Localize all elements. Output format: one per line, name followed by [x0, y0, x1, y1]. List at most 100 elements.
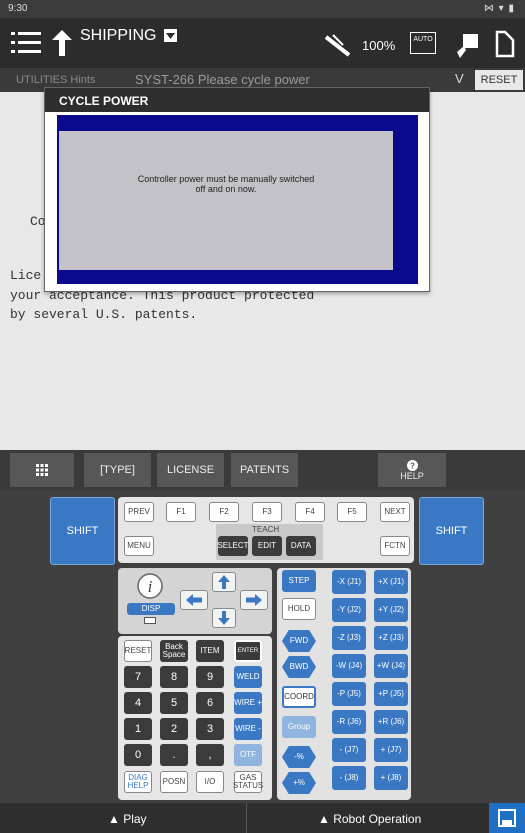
key-dot[interactable]: . [160, 744, 188, 766]
diag-help-key[interactable]: DIAG HELP [124, 771, 152, 793]
key-7[interactable]: 7 [124, 666, 152, 688]
key-2[interactable]: 2 [160, 718, 188, 740]
otf-key[interactable]: OTF [234, 744, 262, 766]
key-3[interactable]: 3 [196, 718, 224, 740]
page-title[interactable]: SHIPPING [80, 27, 156, 45]
jog-key[interactable]: +Y (J2) [374, 598, 408, 622]
jog-key[interactable]: -W (J4) [332, 654, 366, 678]
jog-key[interactable]: -R (J6) [332, 710, 366, 734]
menu-key[interactable]: MENU [124, 536, 154, 556]
f2-key[interactable]: F2 [209, 502, 239, 522]
fkey-type[interactable]: [TYPE] [84, 453, 151, 487]
bottom-bar: ▲ Play ▲ Robot Operation [0, 803, 525, 833]
tool-icon[interactable] [322, 30, 354, 58]
key-comma[interactable]: , [196, 744, 224, 766]
key-6[interactable]: 6 [196, 692, 224, 714]
grid-button[interactable] [10, 453, 74, 487]
menu-icon[interactable] [10, 28, 42, 58]
speed-up-key[interactable]: +% [282, 772, 316, 794]
key-4[interactable]: 4 [124, 692, 152, 714]
arrow-up-key[interactable] [212, 572, 236, 592]
reset-button[interactable]: RESET [475, 70, 523, 90]
backspace-key[interactable]: Back Space [160, 640, 188, 662]
jog-key[interactable]: + (J7) [374, 738, 408, 762]
select-key[interactable]: SELECT [217, 536, 249, 556]
next-key[interactable]: NEXT [380, 502, 410, 522]
fkey-license[interactable]: LICENSE [157, 453, 224, 487]
dropdown-icon[interactable] [164, 29, 177, 42]
alarm-text: SYST-266 Please cycle power [135, 72, 310, 87]
jog-key[interactable]: - (J8) [332, 766, 366, 790]
teach-pendant-icon[interactable] [452, 30, 482, 62]
jog-key[interactable]: +X (J1) [374, 570, 408, 594]
wire-minus-key[interactable]: WIRE - [234, 718, 262, 740]
jog-key[interactable]: - (J7) [332, 738, 366, 762]
posn-key[interactable]: POSN [160, 771, 188, 793]
jog-key[interactable]: -Z (J3) [332, 626, 366, 650]
svg-text:?: ? [410, 461, 415, 470]
jog-key[interactable]: -Y (J2) [332, 598, 366, 622]
fullscreen-icon[interactable] [490, 28, 520, 60]
fwd-key[interactable]: FWD [282, 630, 316, 652]
jog-key[interactable]: -X (J1) [332, 570, 366, 594]
dialog-title: CYCLE POWER [45, 88, 429, 112]
shift-left-key[interactable]: SHIFT [50, 497, 115, 565]
prev-key[interactable]: PREV [124, 502, 154, 522]
jog-key[interactable]: +W (J4) [374, 654, 408, 678]
save-button[interactable] [489, 803, 525, 833]
enter-key[interactable]: ENTER [234, 640, 262, 662]
jog-key[interactable]: -P (J5) [332, 682, 366, 706]
f4-key[interactable]: F4 [295, 502, 325, 522]
key-0[interactable]: 0 [124, 744, 152, 766]
jog-key[interactable]: + (J8) [374, 766, 408, 790]
disp-key[interactable]: DISP [127, 603, 175, 615]
coord-key[interactable]: COORD [282, 686, 316, 708]
f1-key[interactable]: F1 [166, 502, 196, 522]
dialog-message: off and on now. [195, 184, 257, 194]
reset-key[interactable]: RESET [124, 640, 152, 662]
step-key[interactable]: STEP [282, 570, 316, 592]
wire-plus-key[interactable]: WIRE + [234, 692, 262, 714]
shift-right-key[interactable]: SHIFT [419, 497, 484, 565]
arrow-up-icon [218, 575, 230, 589]
weld-key[interactable]: WELD [234, 666, 262, 688]
fkey-help[interactable]: ? HELP [378, 453, 446, 487]
jog-key[interactable]: +Z (J3) [374, 626, 408, 650]
override-value[interactable]: 100% [362, 38, 395, 53]
f3-key[interactable]: F3 [252, 502, 282, 522]
content-line: Lice [10, 268, 42, 283]
key-5[interactable]: 5 [160, 692, 188, 714]
function-key-bar: [TYPE] LICENSE PATENTS ? HELP [0, 450, 525, 490]
fctn-key[interactable]: FCTN [380, 536, 410, 556]
data-key[interactable]: DATA [286, 536, 316, 556]
expand-chevron[interactable]: V [455, 71, 464, 86]
arrow-down-icon [218, 611, 230, 625]
gas-status-key[interactable]: GAS STATUS [233, 771, 263, 793]
robot-operation-tab[interactable]: ▲ Robot Operation [318, 812, 421, 826]
help-icon: ? [406, 459, 418, 471]
jog-key[interactable]: +R (J6) [374, 710, 408, 734]
key-9[interactable]: 9 [196, 666, 224, 688]
arrow-left-key[interactable] [180, 590, 208, 610]
edit-key[interactable]: EDIT [252, 536, 282, 556]
arrow-left-icon [186, 594, 202, 606]
item-key[interactable]: ITEM [196, 640, 224, 662]
status-time: 9:30 [8, 3, 28, 14]
teach-pendant-keypad: SHIFT SHIFT PREV F1 F2 F3 F4 F5 NEXT TEA… [0, 490, 525, 803]
speed-down-key[interactable]: -% [282, 746, 316, 768]
arrow-right-key[interactable] [240, 590, 268, 610]
group-key[interactable]: Group [282, 716, 316, 738]
jog-key[interactable]: +P (J5) [374, 682, 408, 706]
info-icon[interactable]: i [134, 573, 166, 599]
f5-key[interactable]: F5 [337, 502, 367, 522]
arrow-down-key[interactable] [212, 608, 236, 628]
fkey-patents[interactable]: PATENTS [231, 453, 298, 487]
io-key[interactable]: I/O [196, 771, 224, 793]
auto-icon[interactable]: AUTO [410, 32, 436, 54]
bwd-key[interactable]: BWD [282, 656, 316, 678]
play-tab[interactable]: ▲ Play [108, 812, 147, 826]
key-8[interactable]: 8 [160, 666, 188, 688]
hold-key[interactable]: HOLD [282, 598, 316, 620]
key-1[interactable]: 1 [124, 718, 152, 740]
back-icon[interactable] [48, 26, 76, 60]
